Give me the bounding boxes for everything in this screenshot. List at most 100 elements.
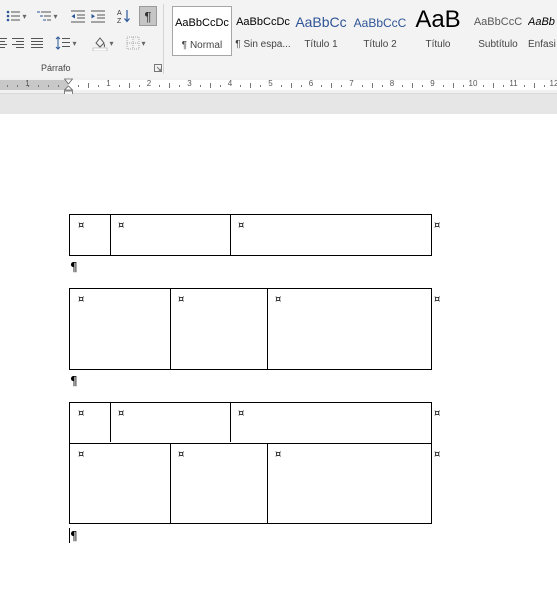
horizontal-ruler[interactable]: 1 1 2 3 4 5 6 7 8 9 10 11 12 [0,77,557,94]
style-subtitle[interactable]: AaBbCcC Subtítulo [469,6,527,54]
style-preview: AaBbCcC [473,16,523,28]
multilevel-list-icon [37,11,52,21]
borders-button[interactable]: ▾ [122,33,150,53]
line-spacing-icon [56,36,71,50]
ruler-tick [371,83,373,88]
cell-end-mark: ¤ [78,294,85,305]
ruler-tick [118,85,120,87]
style-emphasis[interactable]: AaBb Énfasi [528,6,557,54]
table-2[interactable]: ¤ ¤ ¤ [69,288,432,370]
ruler-tick [128,83,130,88]
style-no-spacing[interactable]: AaBbCcDc ¶ Sin espa... [234,6,292,54]
align-right-button[interactable] [10,33,26,53]
ruler-tick [381,85,383,87]
style-preview: AaBbCcC [353,16,407,30]
column-divider [267,444,268,523]
justify-icon [31,38,43,48]
row-end-mark: ¤ [434,220,441,231]
chevron-down-icon: ▾ [72,38,77,48]
ruler-tick [250,83,252,88]
style-preview: AaBbCcDc [236,16,290,28]
ruler-number: 6 [308,79,314,88]
align-right-icon [12,38,24,48]
table-3[interactable]: ¤ ¤ ¤ ¤ ¤ ¤ [69,402,432,524]
chevron-down-icon: ▾ [141,38,146,48]
paint-bucket-icon [93,37,108,51]
document-page[interactable]: ¤ ¤ ¤ ¤ ¶ ¤ ¤ ¤ ¤ ¶ ¤ ¤ ¤ ¤ ¤ ¤ ¤ ¤ ¶ [0,114,557,600]
cell-end-mark: ¤ [118,220,125,231]
pilcrow-icon: ¶ [144,8,152,24]
ruler-number: 2 [146,79,152,88]
decrease-indent-icon [71,10,85,23]
style-heading-1[interactable]: AaBbCc Título 1 [292,6,350,54]
ruler-tick [321,85,323,87]
ruler-tick [412,83,414,88]
bullets-button[interactable]: ▾ [2,6,30,26]
style-heading-2[interactable]: AaBbCcC Título 2 [351,6,409,54]
dialog-launcher-icon [154,64,162,72]
chevron-down-icon: ▾ [22,11,27,21]
paragraph-mark: ¶ [70,529,78,543]
align-left-button[interactable] [0,33,8,53]
paragraph-dialog-launcher[interactable] [154,64,162,72]
ruler-tick [442,85,444,87]
ruler-tick [543,85,545,87]
row-divider [70,443,431,444]
column-divider [110,403,111,442]
ruler-tick [98,85,100,87]
ruler-number: 8 [389,79,395,88]
decrease-indent-button[interactable] [69,6,87,26]
ribbon-separator [163,4,164,74]
ruler-tick [300,85,302,87]
ruler-number: 7 [349,79,354,88]
ruler-tick [422,85,424,87]
column-divider [230,215,231,255]
row-end-mark: ¤ [434,449,441,460]
ruler-tick [159,85,161,87]
ruler-tick [209,83,211,88]
ruler-number: 1 [106,79,111,88]
style-preview: AaB [415,6,461,33]
ruler-number: 12 [549,79,557,88]
chevron-down-icon: ▾ [53,11,58,21]
ribbon: ▾ ▾ AZ ¶ ▾ ▾ ▾ Párrafo AaBbCcDc ¶ Normal [0,0,557,78]
style-name: Subtítulo [478,39,518,50]
svg-text:A: A [117,10,122,17]
justify-button[interactable] [29,33,45,53]
ruler-tick [290,83,292,88]
svg-text:Z: Z [117,18,122,24]
increase-indent-button[interactable] [89,6,107,26]
cell-end-mark: ¤ [275,294,282,305]
ruler-tick [17,85,19,87]
style-title[interactable]: AaB Título [409,6,467,54]
style-normal[interactable]: AaBbCcDc ¶ Normal [172,6,232,56]
style-name: ¶ Sin espa... [235,39,291,50]
style-name: Título 1 [304,39,338,50]
ruler-tick [503,85,505,87]
ruler-tick [37,85,39,87]
bullets-icon [7,10,21,22]
row-end-mark: ¤ [434,294,441,305]
line-spacing-button[interactable]: ▾ [53,33,79,53]
show-formatting-marks-button[interactable]: ¶ [139,6,157,26]
style-name: Título [425,39,451,50]
ruler-tick [341,85,343,87]
column-divider [267,289,268,369]
ruler-tick [452,83,454,88]
shading-button[interactable]: ▾ [89,33,117,53]
sort-button[interactable]: AZ [115,6,133,26]
cell-end-mark: ¤ [178,294,185,305]
cell-end-mark: ¤ [78,449,85,460]
cell-end-mark: ¤ [78,220,85,231]
ruler-tick [7,85,9,87]
table-1[interactable]: ¤ ¤ ¤ [69,214,432,256]
ruler-number: 1 [25,79,30,88]
ruler-tick [361,85,363,87]
cell-end-mark: ¤ [78,408,85,419]
paragraph-mark: ¶ [70,374,78,388]
borders-icon [126,36,140,50]
multilevel-list-button[interactable]: ▾ [33,6,61,26]
ruler-tick [260,85,262,87]
ruler-tick [138,85,140,87]
ruler-tick [78,85,80,87]
